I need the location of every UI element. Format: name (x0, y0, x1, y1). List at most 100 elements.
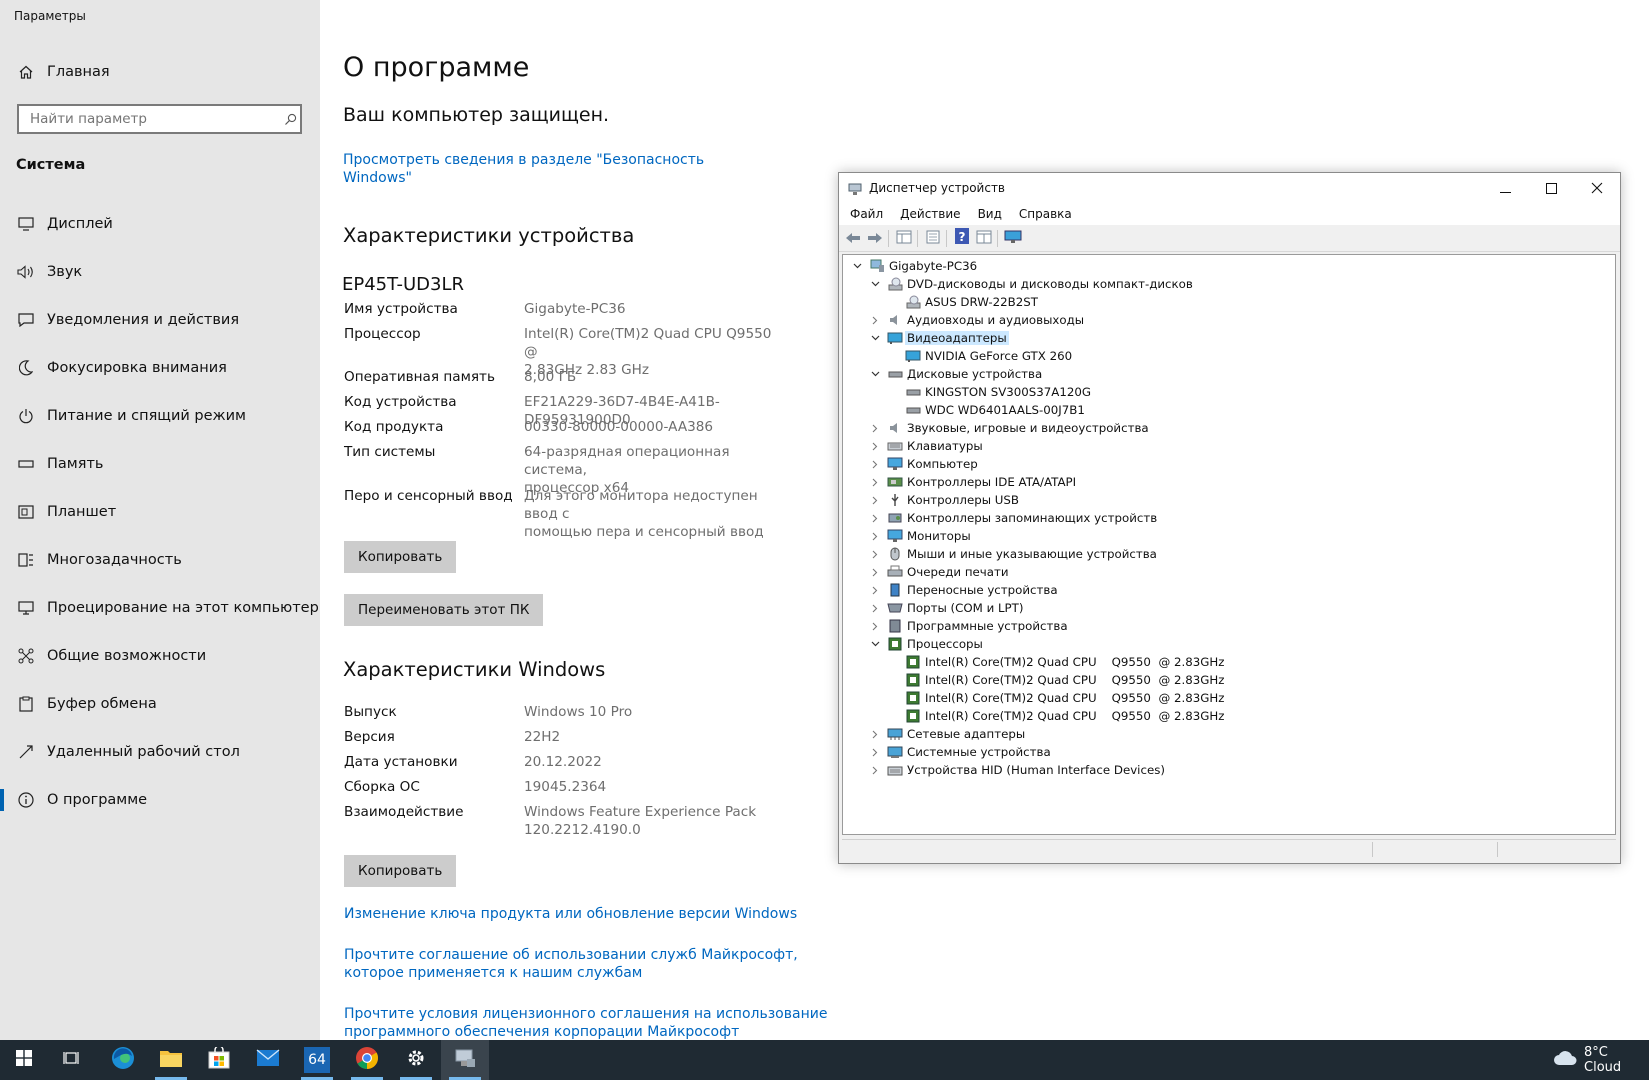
tree-category[interactable]: Устройства HID (Human Interface Devices) (843, 761, 1613, 779)
link-line[interactable]: которое применяется к нашим службам (344, 964, 798, 982)
search-input[interactable] (28, 110, 280, 128)
tree-category[interactable]: Переносные устройства (843, 581, 1613, 599)
task-view-button[interactable] (48, 1040, 96, 1080)
nav-item-about[interactable]: О программе (0, 780, 320, 820)
nav-item-clipboard[interactable]: Буфер обмена (0, 684, 320, 724)
menu-view[interactable]: Вид (978, 207, 1002, 225)
chevron-down-icon[interactable] (869, 638, 881, 650)
license-terms-link[interactable]: Прочтите условия лицензионного соглашени… (344, 1005, 827, 1041)
tree-category[interactable]: Клавиатуры (843, 437, 1613, 455)
copy-device-specs-button[interactable]: Копировать (344, 541, 457, 573)
link-line[interactable]: Прочтите условия лицензионного соглашени… (344, 1005, 827, 1023)
chevron-right-icon[interactable] (869, 494, 881, 506)
title-bar[interactable]: Диспетчер устройств (839, 173, 1620, 203)
chevron-down-icon[interactable] (869, 332, 881, 344)
tree-category[interactable]: Дисковые устройства (843, 365, 1613, 383)
tree-category[interactable]: Компьютер (843, 455, 1613, 473)
tree-category[interactable]: DVD-дисководы и дисководы компакт-дисков (843, 275, 1613, 293)
nav-item-notifications[interactable]: Уведомления и действия (0, 300, 320, 340)
chevron-right-icon[interactable] (869, 458, 881, 470)
chevron-right-icon[interactable] (869, 548, 881, 560)
nav-item-tablet[interactable]: Планшет (0, 492, 320, 532)
chevron-right-icon[interactable] (869, 440, 881, 452)
chevron-down-icon[interactable] (869, 368, 881, 380)
tree-category[interactable]: Системные устройства (843, 743, 1613, 761)
product-key-link[interactable]: Изменение ключа продукта или обновление … (344, 905, 797, 923)
help-button[interactable]: ? (953, 228, 971, 246)
tree-category[interactable]: Очереди печати (843, 563, 1613, 581)
chevron-right-icon[interactable] (869, 764, 881, 776)
forward-button[interactable] (866, 230, 884, 246)
nav-item-remote-desktop[interactable]: Удаленный рабочий стол (0, 732, 320, 772)
chevron-right-icon[interactable] (869, 602, 881, 614)
chrome-button[interactable] (343, 1040, 391, 1080)
tree-category[interactable]: Программные устройства (843, 617, 1613, 635)
tree-category[interactable]: Звуковые, игровые и видеоустройства (843, 419, 1613, 437)
device-manager-taskbar-button[interactable] (441, 1040, 489, 1080)
chevron-right-icon[interactable] (869, 584, 881, 596)
tree-device[interactable]: NVIDIA GeForce GTX 260 (843, 347, 1613, 365)
search-icon[interactable] (280, 113, 300, 126)
properties-button[interactable] (924, 230, 942, 246)
tree-category[interactable]: Аудиовходы и аудиовыходы (843, 311, 1613, 329)
nav-home[interactable]: Главная (0, 52, 320, 92)
nav-item-focus[interactable]: Фокусировка внимания (0, 348, 320, 388)
link-line[interactable]: Прочтите соглашение об использовании слу… (344, 946, 798, 964)
start-button[interactable] (0, 1040, 48, 1080)
tree-device[interactable]: ASUS DRW-22B2ST (843, 293, 1613, 311)
tree-device[interactable]: KINGSTON SV300S37A120G (843, 383, 1613, 401)
menu-help[interactable]: Справка (1019, 207, 1072, 225)
menu-action[interactable]: Действие (900, 207, 960, 225)
chevron-right-icon[interactable] (869, 566, 881, 578)
tree-device[interactable]: Intel(R) Core(TM)2 Quad CPU Q9550 @ 2.83… (843, 689, 1613, 707)
services-agreement-link[interactable]: Прочтите соглашение об использовании слу… (344, 946, 798, 982)
nav-item-display[interactable]: Дисплей (0, 204, 320, 244)
security-link[interactable]: Просмотреть сведения в разделе "Безопасн… (343, 151, 704, 187)
menu-file[interactable]: Файл (850, 207, 883, 225)
chevron-right-icon[interactable] (869, 620, 881, 632)
chevron-right-icon[interactable] (869, 728, 881, 740)
tree-category[interactable]: Порты (COM и LPT) (843, 599, 1613, 617)
chevron-down-icon[interactable] (851, 260, 863, 272)
nav-item-storage[interactable]: Память (0, 444, 320, 484)
tree-category[interactable]: Контроллеры USB (843, 491, 1613, 509)
minimize-button[interactable] (1482, 173, 1528, 203)
edge-button[interactable] (99, 1040, 147, 1080)
tree-root[interactable]: Gigabyte-PC36 (843, 257, 1613, 275)
weather-widget[interactable]: 8°C Cloud (1552, 1040, 1649, 1080)
tree-category[interactable]: Сетевые адаптеры (843, 725, 1613, 743)
rename-pc-button[interactable]: Переименовать этот ПК (344, 594, 544, 626)
chevron-right-icon[interactable] (869, 746, 881, 758)
chevron-right-icon[interactable] (869, 476, 881, 488)
tree-device[interactable]: Intel(R) Core(TM)2 Quad CPU Q9550 @ 2.83… (843, 653, 1613, 671)
nav-item-projection[interactable]: Проецирование на этот компьютер (0, 588, 320, 628)
tree-category[interactable]: Процессоры (843, 635, 1613, 653)
device-tree[interactable]: Gigabyte-PC36 DVD-дисководы и дисководы к… (842, 254, 1616, 835)
tree-device[interactable]: Intel(R) Core(TM)2 Quad CPU Q9550 @ 2.83… (843, 671, 1613, 689)
chevron-right-icon[interactable] (869, 314, 881, 326)
chevron-right-icon[interactable] (869, 422, 881, 434)
tree-category[interactable]: Видеоадаптеры (843, 329, 1613, 347)
settings-search[interactable] (17, 104, 302, 134)
nav-item-shared[interactable]: Общие возможности (0, 636, 320, 676)
chevron-right-icon[interactable] (869, 512, 881, 524)
scan-hardware-button[interactable] (1004, 230, 1022, 246)
store-button[interactable] (195, 1040, 243, 1080)
nav-item-multitasking[interactable]: Многозадачность (0, 540, 320, 580)
chevron-down-icon[interactable] (869, 278, 881, 290)
tree-category[interactable]: Мыши и иные указывающие устройства (843, 545, 1613, 563)
aida64-button[interactable]: 64 (293, 1040, 341, 1080)
maximize-button[interactable] (1528, 173, 1574, 203)
show-hide-tree-button[interactable] (895, 230, 913, 246)
close-button[interactable] (1574, 173, 1620, 203)
nav-item-power[interactable]: Питание и спящий режим (0, 396, 320, 436)
chevron-right-icon[interactable] (869, 530, 881, 542)
mail-button[interactable] (244, 1040, 292, 1080)
tree-device[interactable]: WDC WD6401AALS-00J7B1 (843, 401, 1613, 419)
security-link-line[interactable]: Windows" (343, 169, 704, 187)
tree-device[interactable]: Intel(R) Core(TM)2 Quad CPU Q9550 @ 2.83… (843, 707, 1613, 725)
file-explorer-button[interactable] (147, 1040, 195, 1080)
back-button[interactable] (844, 230, 862, 246)
nav-item-sound[interactable]: Звук (0, 252, 320, 292)
settings-button[interactable] (392, 1040, 440, 1080)
